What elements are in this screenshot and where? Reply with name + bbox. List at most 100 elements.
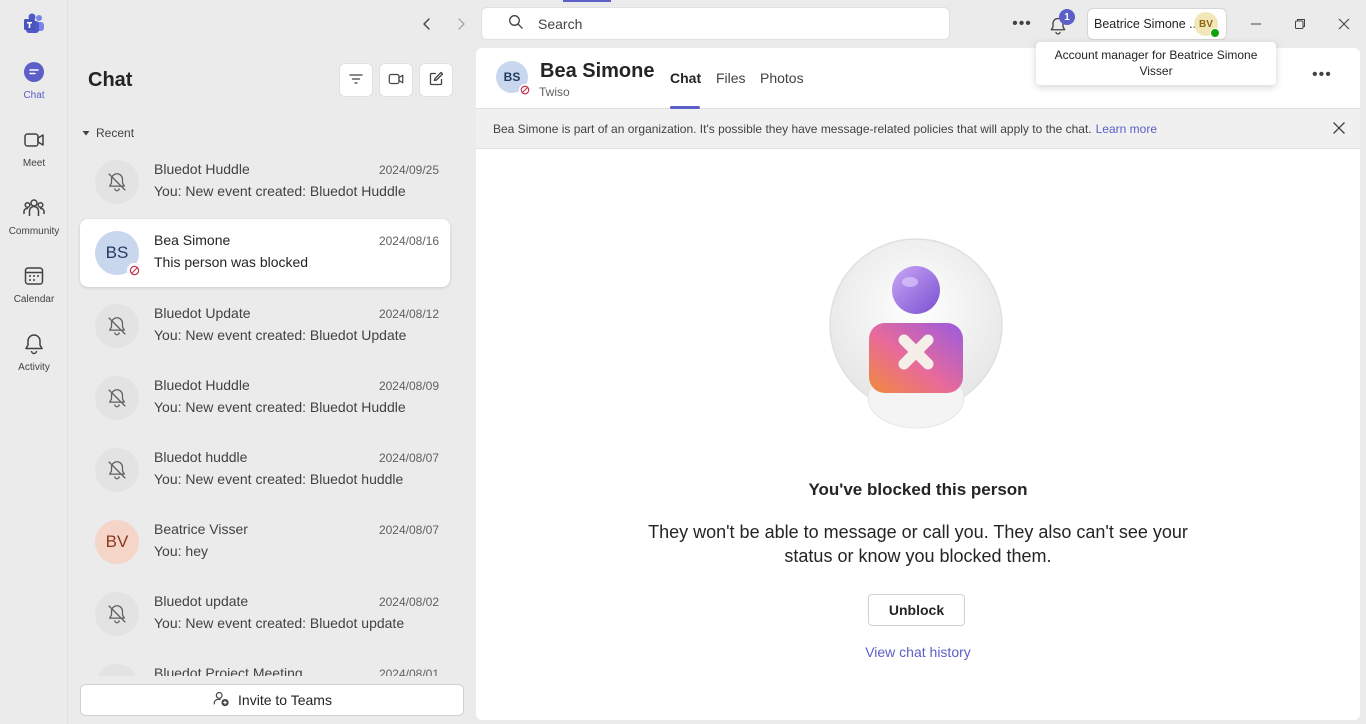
chat-date: 2024/08/07 — [378, 451, 439, 465]
contact-organization: Twiso — [539, 85, 570, 99]
avatar-initials: BS — [105, 243, 129, 262]
chat-preview: You: New event created: Bluedot update — [154, 615, 405, 631]
view-chat-history-link[interactable]: View chat history — [476, 644, 1360, 660]
avatar-initials: BV — [105, 532, 129, 551]
tab-photos[interactable]: Photos — [760, 70, 804, 86]
blocked-description: They won't be able to message or call yo… — [648, 522, 1188, 566]
more-options-icon[interactable]: ••• — [1010, 12, 1034, 36]
compose-icon — [428, 71, 444, 90]
caret-down-icon — [82, 126, 90, 140]
notifications-bell-icon[interactable]: 1 — [1048, 9, 1075, 36]
blocked-person-illustration — [826, 230, 1006, 440]
chat-date: 2024/09/25 — [378, 163, 439, 177]
invite-to-teams-button[interactable]: Invite to Teams — [80, 684, 464, 716]
new-chat-button[interactable] — [419, 63, 453, 97]
page-title: Chat — [88, 69, 133, 91]
recent-section-toggle[interactable]: Recent — [82, 126, 134, 140]
rail-label: Meet — [22, 158, 46, 169]
filter-button[interactable] — [339, 63, 373, 97]
back-arrow-icon[interactable] — [415, 12, 439, 36]
list-item[interactable]: Bluedot Update 2024/08/12 You: New event… — [80, 292, 450, 360]
presence-available-icon — [1210, 28, 1220, 38]
account-button[interactable]: Beatrice Simone ... BV — [1087, 8, 1227, 40]
restore-icon[interactable] — [1286, 10, 1314, 38]
chat-list-pane: Chat Recent Bluedot Huddle 2024/09/25 Yo… — [68, 48, 476, 724]
avatar[interactable]: BS — [496, 61, 531, 96]
list-item[interactable]: Bluedot update 2024/08/02 You: New event… — [80, 580, 450, 648]
rail-label: Community — [8, 226, 60, 237]
chat-icon — [22, 60, 46, 84]
list-item[interactable]: Bluedot Huddle 2024/09/25 You: New event… — [80, 148, 450, 216]
avatar-initials: BV — [1199, 18, 1213, 30]
chat-preview: This person was blocked — [154, 254, 309, 270]
bell-icon — [22, 332, 46, 356]
chat-preview: You: hey — [154, 543, 208, 559]
top-bar: Search ••• 1 Beatrice Simone ... BV — [68, 0, 1366, 48]
chat-preview: You: New event created: Bluedot Update — [154, 327, 407, 343]
blocked-icon — [127, 263, 141, 277]
rail-item-community[interactable]: Community — [0, 196, 68, 256]
muted-bell-icon — [95, 448, 139, 492]
avatar: BS — [95, 231, 141, 277]
account-tooltip: Account manager for Beatrice Simone Viss… — [1036, 42, 1276, 85]
chat-preview: You: New event created: Bluedot Huddle — [154, 399, 406, 415]
learn-more-link[interactable]: Learn more — [1096, 122, 1157, 136]
avatar-initials: BS — [503, 70, 521, 84]
avatar: BV — [95, 520, 139, 564]
chat-date: 2024/08/12 — [378, 307, 439, 321]
muted-bell-icon — [95, 376, 139, 420]
chat-date: 2024/08/02 — [378, 595, 439, 609]
teams-logo-icon — [22, 12, 46, 36]
chat-name: Beatrice Visser — [154, 521, 248, 537]
invite-label: Invite to Teams — [238, 692, 332, 708]
tab-files[interactable]: Files — [716, 70, 746, 86]
chat-name: Bluedot Update — [154, 305, 251, 321]
close-window-icon[interactable] — [1330, 10, 1358, 38]
muted-bell-icon — [95, 664, 139, 676]
chat-date: 2024/08/07 — [378, 523, 439, 537]
community-icon — [22, 196, 46, 220]
search-box[interactable]: Search — [481, 7, 950, 40]
blocked-title: You've blocked this person — [808, 480, 1028, 499]
conversation-pane: BS Bea Simone Twiso Chat Files Photos ••… — [476, 48, 1360, 720]
chat-name: Bea Simone — [154, 232, 231, 248]
video-icon — [22, 128, 46, 152]
search-icon — [508, 14, 524, 33]
blocked-icon — [519, 84, 531, 96]
contact-name: Bea Simone — [540, 60, 655, 82]
list-item[interactable]: BV Beatrice Visser 2024/08/07 You: hey — [80, 508, 450, 576]
rail-label: Calendar — [13, 294, 55, 305]
rail-item-calendar[interactable]: Calendar — [0, 264, 68, 324]
chat-name: Bluedot update — [154, 593, 249, 609]
unblock-button[interactable]: Unblock — [868, 594, 965, 626]
video-icon — [387, 70, 405, 91]
close-icon[interactable] — [1332, 121, 1348, 137]
list-item[interactable]: Bluedot Huddle 2024/08/09 You: New event… — [80, 364, 450, 432]
muted-bell-icon — [95, 592, 139, 636]
meet-now-button[interactable] — [379, 63, 413, 97]
top-accent-bar — [563, 0, 611, 2]
list-item[interactable]: Bluedot Project Meeting 2024/08/01 — [80, 652, 450, 676]
avatar: BV — [1194, 12, 1220, 38]
chat-date: 2024/08/09 — [378, 379, 439, 393]
account-name: Beatrice Simone ... — [1094, 17, 1200, 31]
list-item-selected[interactable]: BS Bea Simone 2024/08/16 This person was… — [80, 219, 450, 287]
rail-label: Activity — [18, 362, 50, 373]
chat-name: Bluedot Huddle — [154, 377, 250, 393]
rail-item-activity[interactable]: Activity — [0, 332, 68, 392]
muted-bell-icon — [95, 160, 139, 204]
more-options-icon[interactable]: ••• — [1312, 66, 1332, 84]
chat-preview: You: New event created: Bluedot huddle — [154, 471, 404, 487]
organization-banner: Bea Simone is part of an organization. I… — [476, 109, 1360, 149]
tab-chat[interactable]: Chat — [670, 70, 701, 86]
chat-name: Bluedot Project Meeting — [154, 665, 303, 676]
chat-date: 2024/08/01 — [378, 667, 439, 676]
list-item[interactable]: Bluedot huddle 2024/08/07 You: New event… — [80, 436, 450, 504]
rail-item-chat[interactable]: Chat — [0, 60, 68, 120]
section-label: Recent — [96, 126, 135, 140]
minimize-icon[interactable] — [1242, 10, 1270, 38]
forward-arrow-icon[interactable] — [449, 12, 473, 36]
banner-text: Bea Simone is part of an organization. I… — [493, 121, 1092, 136]
chat-name: Bluedot huddle — [154, 449, 248, 465]
rail-item-meet[interactable]: Meet — [0, 128, 68, 188]
